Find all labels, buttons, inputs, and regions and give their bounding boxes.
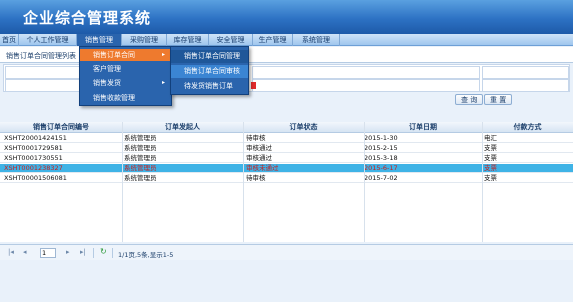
table-cell: 2015-7-02 [364,174,398,182]
table-cell: XSHT0001729581 [4,144,63,152]
pager-separator [112,248,113,258]
col-divider [364,122,365,242]
submenu-item-contract-review[interactable]: 销售订单合同审核 [171,65,248,78]
col-divider [482,122,483,242]
nav-home[interactable]: 首页 [0,34,19,46]
menu-item-label: 客户管理 [93,65,121,73]
first-page-icon[interactable]: |◂ [8,248,14,256]
pager-separator [93,248,94,258]
submenu-arrow-icon: ▸ [161,51,165,58]
table-cell: 系统管理员 [124,174,157,182]
last-page-icon[interactable]: ▸| [80,248,86,256]
table-row[interactable]: XSHT20001424151 系统管理员 待审核 2015-1-30 电汇 [0,134,573,143]
page-number-input[interactable]: 1 [40,248,56,258]
filter-field-6[interactable] [482,79,569,92]
table-cell: 待审核 [246,174,266,182]
submenu-arrow-icon: ▸ [161,79,165,86]
submenu-item-contract-manage[interactable]: 销售订单合同管理 [171,50,248,63]
table-cell: 审核通过 [246,154,272,162]
col-divider [122,122,123,242]
pager-info: 1/1页,5条,显示1-5 [118,251,174,259]
table-cell: 审核通过 [246,144,272,152]
table-cell: 系统管理员 [124,144,157,152]
filter-field-3[interactable] [482,66,569,79]
table-cell: 2015-2-15 [364,144,398,152]
nav-safety[interactable]: 安全管理 [209,34,253,46]
table-cell: 审核未通过 [246,164,279,172]
table-cell: 系统管理员 [124,134,157,142]
query-button[interactable]: 查 询 [455,94,484,105]
table-cell: 电汇 [484,134,497,142]
table-cell: XSHT00001506081 [4,174,67,182]
table-cell: 支票 [484,154,497,162]
table-row[interactable]: XSHT0001729581 系统管理员 审核通过 2015-2-15 支票 [0,144,573,153]
menu-item-receipt[interactable]: 销售收款管理 [80,92,171,104]
top-nav: 首页 个人工作管理 销售管理 采购管理 库存管理 安全管理 生产管理 系统管理 [0,34,573,46]
filter-field-2[interactable] [252,66,480,79]
table-cell: 系统管理员 [124,154,157,162]
table-cell: 待审核 [246,134,266,142]
menu-item-delivery[interactable]: 销售发货 ▸ [80,77,171,89]
next-page-icon[interactable]: ▸ [66,248,70,256]
table-row[interactable]: XSHT0001730551 系统管理员 审核通过 2015-3-18 支票 [0,154,573,163]
table-cell: XSHT0001238327 [4,164,63,172]
submenu-item-pending-shipment[interactable]: 待发货销售订单 [171,80,248,93]
refresh-icon[interactable]: ↻ [100,247,107,256]
table-row[interactable]: XSHT0001238327 系统管理员 审核未通过 2015-6-17 支票 [0,164,573,173]
nav-sales[interactable]: 销售管理 [77,34,122,46]
app-title: 企业综合管理系统 [23,9,152,27]
col-status[interactable]: 订单状态 [243,122,364,133]
nav-inventory[interactable]: 库存管理 [167,34,209,46]
table-cell: XSHT0001730551 [4,154,63,162]
menu-item-customer[interactable]: 客户管理 [80,63,171,75]
contract-submenu: 销售订单合同管理 销售订单合同审核 待发货销售订单 [170,46,249,95]
col-initiator[interactable]: 订单发起人 [122,122,243,133]
nav-production[interactable]: 生产管理 [253,34,293,46]
required-marker [251,82,256,89]
nav-personal-work[interactable]: 个人工作管理 [19,34,77,46]
col-divider [243,122,244,242]
menu-item-sales-contract[interactable]: 销售订单合同 ▸ [80,49,171,61]
contract-table: 销售订单合同编号 订单发起人 订单状态 订单日期 付款方式 XSHT200014… [0,122,573,242]
table-header: 销售订单合同编号 订单发起人 订单状态 订单日期 付款方式 [0,122,573,133]
table-cell: 支票 [484,144,497,152]
sales-dropdown-menu: 销售订单合同 ▸ 客户管理 销售发货 ▸ 销售收款管理 [79,46,172,106]
app-header: 企业综合管理系统 [0,0,573,34]
pagination-bar: |◂ ◂ 1 ▸ ▸| ↻ 1/1页,5条,显示1-5 [0,244,573,260]
prev-page-icon[interactable]: ◂ [23,248,27,256]
table-cell: 系统管理员 [124,164,157,172]
table-cell: 2015-3-18 [364,154,398,162]
col-date[interactable]: 订单日期 [364,122,482,133]
panel-title: 销售订单合同管理列表 [6,52,76,60]
reset-button[interactable]: 重 置 [484,94,513,105]
table-cell: 2015-1-30 [364,134,398,142]
menu-item-label: 销售订单合同 [93,51,135,59]
menu-item-label: 销售发货 [93,79,121,87]
menu-item-label: 销售收款管理 [93,94,135,102]
filter-field-5[interactable] [252,79,480,92]
nav-purchase[interactable]: 采购管理 [122,34,167,46]
col-payment[interactable]: 付款方式 [482,122,573,133]
table-row[interactable]: XSHT00001506081 系统管理员 待审核 2015-7-02 支票 [0,174,573,183]
table-cell: XSHT20001424151 [4,134,67,142]
nav-system[interactable]: 系统管理 [293,34,340,46]
empty-area [0,260,573,302]
table-cell: 支票 [484,164,497,172]
col-contract-no[interactable]: 销售订单合同编号 [0,122,122,133]
table-cell: 2015-6-17 [364,164,398,172]
table-cell: 支票 [484,174,497,182]
